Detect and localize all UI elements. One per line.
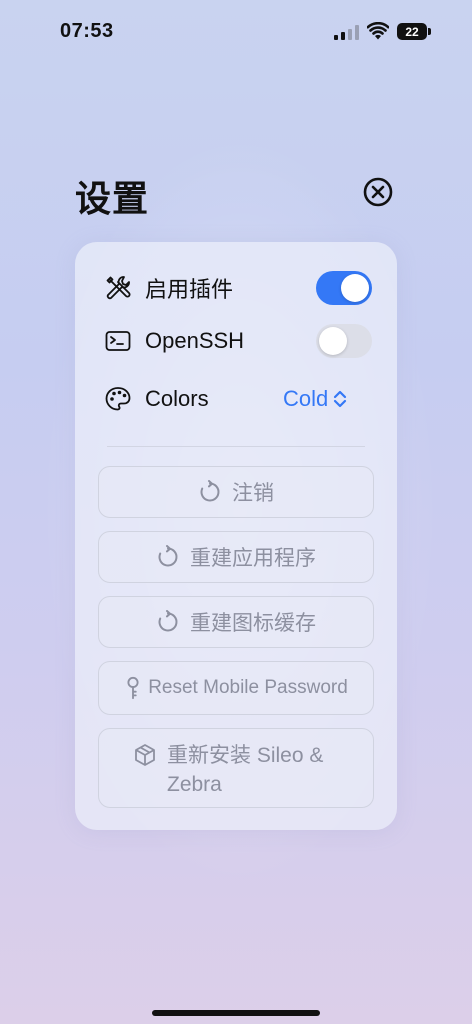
close-circle-icon[interactable] <box>362 176 394 208</box>
logout-label: 注销 <box>232 482 274 505</box>
divider <box>107 446 365 447</box>
logout-button[interactable]: 注销 <box>98 466 374 518</box>
colors-picker[interactable]: Cold <box>283 386 348 412</box>
tools-icon <box>103 273 133 303</box>
rebuild-apps-label: 重建应用程序 <box>190 547 316 570</box>
refresh-icon <box>158 545 178 567</box>
key-icon <box>127 676 139 700</box>
reinstall-sileo-zebra-button[interactable]: 重新安装 Sileo & Zebra <box>98 728 374 808</box>
setting-row-plugins: 启用插件 <box>75 266 397 310</box>
setting-row-openssh: OpenSSH <box>75 319 397 363</box>
openssh-toggle[interactable] <box>316 324 372 358</box>
page-title: 设置 <box>75 178 150 219</box>
home-indicator[interactable] <box>152 1010 320 1016</box>
setting-label-openssh: OpenSSH <box>145 328 245 353</box>
refresh-icon <box>158 610 178 632</box>
terminal-icon <box>103 326 133 356</box>
chevron-up-down-icon <box>334 390 347 408</box>
rebuild-apps-button[interactable]: 重建应用程序 <box>98 531 374 583</box>
wifi-icon <box>367 22 389 40</box>
reinstall-sileo-zebra-label: 重新安装 Sileo & Zebra <box>167 744 324 796</box>
rebuild-icon-cache-label: 重建图标缓存 <box>190 612 316 635</box>
toggle-knob <box>319 327 347 355</box>
battery-level: 22 <box>397 23 427 40</box>
reset-mobile-password-label: Reset Mobile Password <box>148 677 348 698</box>
reset-mobile-password-button[interactable]: Reset Mobile Password <box>98 661 374 715</box>
rebuild-icon-cache-button[interactable]: 重建图标缓存 <box>98 596 374 648</box>
toggle-knob <box>341 274 369 302</box>
refresh-icon <box>200 480 220 502</box>
setting-label-plugins: 启用插件 <box>145 277 234 302</box>
package-icon <box>135 744 155 766</box>
setting-label-colors: Colors <box>145 386 209 411</box>
signal-icon <box>334 24 360 40</box>
settings-panel: 启用插件 OpenSSH Colors Cold 注销 重建应用程序 重建图标缓… <box>75 242 397 830</box>
palette-icon <box>103 384 133 414</box>
colors-picker-value: Cold <box>283 386 329 411</box>
setting-row-colors: Colors Cold <box>75 377 397 421</box>
battery-icon: 22 <box>397 23 431 40</box>
status-bar: 07:53 22 <box>0 0 472 64</box>
status-time: 07:53 <box>60 20 114 42</box>
plugins-toggle[interactable] <box>316 271 372 305</box>
